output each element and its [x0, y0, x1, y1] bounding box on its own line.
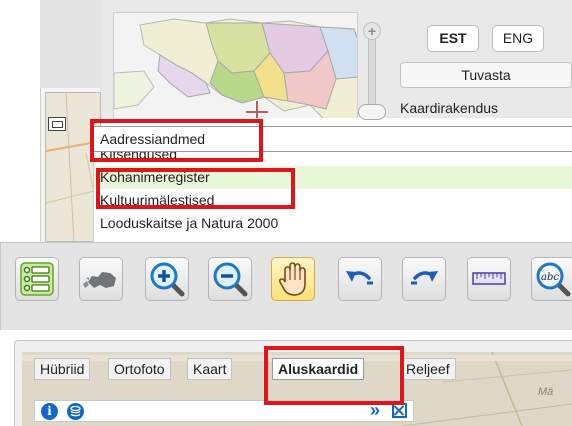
- text-search-icon-label: abc: [541, 272, 559, 283]
- text-search-button[interactable]: abc: [531, 257, 572, 301]
- locate-button[interactable]: Tuvasta: [400, 62, 572, 88]
- zoom-in-button[interactable]: [145, 257, 189, 301]
- zoom-out-button[interactable]: [208, 257, 252, 301]
- estonia-county-map: [114, 18, 357, 118]
- tab-map[interactable]: Kaart: [187, 358, 233, 380]
- zoom-out-icon: [213, 262, 248, 297]
- pan-button[interactable]: [271, 257, 315, 301]
- layers-stack-glyph: [70, 405, 81, 417]
- layer-list-icon: [20, 262, 54, 296]
- tab-relief[interactable]: Reljeef: [400, 358, 456, 380]
- map-application-label: Kaardirakendus: [400, 100, 499, 116]
- layer-list-button[interactable]: [15, 257, 59, 301]
- undo-button[interactable]: [338, 257, 382, 301]
- tab-orthophoto[interactable]: Ortofoto: [108, 358, 171, 380]
- language-est-button[interactable]: EST: [427, 25, 479, 52]
- estonia-overview-icon: [83, 272, 116, 288]
- current-location-marker: [246, 101, 268, 118]
- highlight-box-basemaps-tab: [264, 346, 404, 405]
- language-eng-button[interactable]: ENG: [492, 25, 544, 52]
- undo-icon: [346, 271, 373, 285]
- redo-icon: [411, 271, 438, 285]
- measure-ruler-icon: [472, 272, 506, 285]
- minimap-zoom-in-icon[interactable]: +: [363, 22, 381, 40]
- minimap-zoom-handle[interactable]: [358, 104, 386, 120]
- text-search-icon: abc: [536, 262, 571, 297]
- highlight-box-address-data: [90, 119, 263, 162]
- measure-button[interactable]: [467, 257, 511, 301]
- overview-map-button[interactable]: [79, 257, 123, 301]
- main-map-edge: [40, 88, 101, 242]
- map-place-label: Mä: [538, 386, 554, 398]
- zoom-in-icon: [150, 262, 185, 297]
- highlight-box-place-names: [96, 168, 295, 209]
- map-layers-icon[interactable]: [48, 117, 66, 131]
- tab-hybrid[interactable]: Hübriid: [34, 358, 91, 380]
- close-icon[interactable]: [392, 403, 407, 418]
- redo-button[interactable]: [402, 257, 446, 301]
- pan-hand-icon: [278, 262, 306, 296]
- layer-option[interactable]: Looduskaitse ja Natura 2000: [94, 212, 572, 235]
- info-icon[interactable]: i: [41, 403, 58, 420]
- layers-stack-icon[interactable]: [67, 403, 84, 420]
- overview-minimap[interactable]: [113, 12, 358, 118]
- map-toolbar: abc: [0, 242, 572, 330]
